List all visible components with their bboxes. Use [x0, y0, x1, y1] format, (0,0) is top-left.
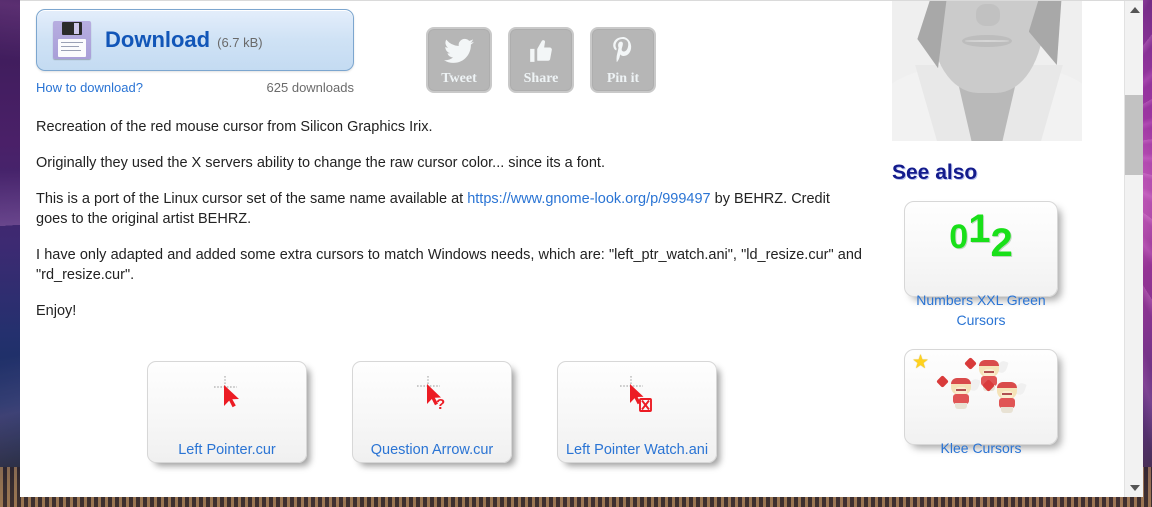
- tweet-button-label: Tweet: [441, 71, 477, 86]
- description-text: Recreation of the red mouse cursor from …: [36, 117, 862, 321]
- vertical-scrollbar[interactable]: [1124, 1, 1143, 497]
- pin-it-button-label: Pin it: [606, 71, 640, 86]
- digit-2: 2: [990, 221, 1013, 265]
- download-meta-row: How to download? 625 downloads: [36, 80, 354, 95]
- preview-thumbnails: Left Pointer.cur ? Question Arrow.cur Le…: [147, 361, 717, 463]
- sidebar-card-caption[interactable]: Klee Cursors: [907, 438, 1055, 458]
- download-button-text: Download (6.7 kB): [105, 27, 263, 53]
- download-button[interactable]: Download (6.7 kB): [36, 9, 354, 71]
- sidebar-card-numbers-xxl-green-cursors[interactable]: 012 Numbers XXL Green Cursors: [904, 201, 1058, 328]
- scroll-thumb[interactable]: [1125, 95, 1143, 175]
- desktop-background: Download (6.7 kB) How to download? 625 d…: [0, 0, 1152, 507]
- preview-card-left-pointer-watch[interactable]: Left Pointer Watch.ani: [557, 361, 717, 463]
- page-content: Download (6.7 kB) How to download? 625 d…: [20, 1, 1124, 497]
- preview-card-left-pointer[interactable]: Left Pointer.cur: [147, 361, 307, 463]
- pin-it-button[interactable]: Pin it: [590, 27, 656, 93]
- klee-sprite: [982, 379, 1027, 413]
- description-paragraph-5: Enjoy!: [36, 303, 77, 319]
- share-button[interactable]: Share: [508, 27, 574, 93]
- red-arrow-cursor-icon: [197, 372, 257, 420]
- svg-text:?: ?: [436, 396, 445, 413]
- preview-caption[interactable]: Left Pointer.cur: [148, 442, 306, 458]
- green-numbers-digits: 012: [949, 209, 1012, 263]
- description-paragraph-2: Originally they used the X servers abili…: [36, 155, 605, 171]
- sidebar-card-klee-cursors[interactable]: ★ Klee Cursors: [904, 349, 1058, 456]
- page-scroll-area: Download (6.7 kB) How to download? 625 d…: [20, 1, 1124, 497]
- thumbs-up-icon: [527, 29, 555, 72]
- description-p3-before: This is a port of the Linux cursor set o…: [36, 191, 468, 207]
- description-paragraph-3: This is a port of the Linux cursor set o…: [36, 189, 862, 229]
- twitter-bird-icon: [444, 29, 474, 72]
- floppy-disk-icon: [53, 21, 91, 59]
- gnome-look-link[interactable]: https://www.gnome-look.org/p/999497: [467, 191, 710, 207]
- avatar: [892, 1, 1082, 141]
- sidebar-card-caption[interactable]: Numbers XXL Green Cursors: [907, 290, 1055, 331]
- red-arrow-question-cursor-icon: ?: [402, 372, 462, 420]
- preview-caption[interactable]: Question Arrow.cur: [353, 442, 511, 458]
- klee-character-sprites-icon: [905, 352, 1057, 414]
- download-block: Download (6.7 kB) How to download? 625 d…: [36, 9, 356, 95]
- pinterest-p-icon: [610, 29, 636, 72]
- triangle-down-icon[interactable]: [1125, 479, 1143, 497]
- see-also-heading: See also: [892, 161, 978, 184]
- green-numbers-icon: 012: [905, 204, 1057, 266]
- triangle-up-icon[interactable]: [1125, 1, 1143, 19]
- sidebar: See also 012 Numbers XXL Green Cursors ★: [872, 1, 1124, 497]
- preview-caption[interactable]: Left Pointer Watch.ani: [558, 442, 716, 458]
- social-share-buttons: Tweet Share Pin it: [426, 9, 656, 93]
- description-paragraph-4: I have only adapted and added some extra…: [36, 247, 862, 283]
- red-arrow-hourglass-cursor-icon: [607, 372, 667, 420]
- share-button-label: Share: [523, 71, 559, 86]
- grayscale-portrait-illustration: [892, 1, 1082, 141]
- tweet-button[interactable]: Tweet: [426, 27, 492, 93]
- klee-sprite: [936, 375, 981, 409]
- downloads-count: 625 downloads: [266, 80, 354, 95]
- digit-0: 0: [949, 218, 969, 256]
- description-paragraph-1: Recreation of the red mouse cursor from …: [36, 119, 433, 135]
- main-content-column: Download (6.7 kB) How to download? 625 d…: [36, 9, 872, 337]
- download-label: Download: [105, 27, 211, 52]
- download-and-social-row: Download (6.7 kB) How to download? 625 d…: [36, 9, 872, 95]
- download-size: (6.7 kB): [217, 35, 263, 50]
- how-to-download-link[interactable]: How to download?: [36, 80, 143, 95]
- digit-1: 1: [968, 207, 991, 251]
- preview-card-question-arrow[interactable]: ? Question Arrow.cur: [352, 361, 512, 463]
- browser-window: Download (6.7 kB) How to download? 625 d…: [20, 0, 1143, 497]
